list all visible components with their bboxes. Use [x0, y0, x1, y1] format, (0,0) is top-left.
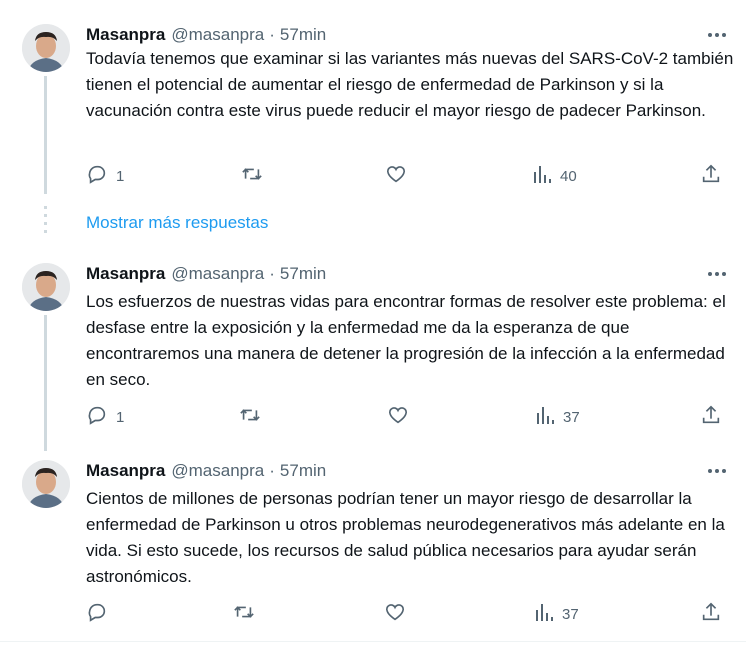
share-icon	[700, 601, 722, 628]
tweet-header: Masanpra @masanpra · 57min	[86, 24, 326, 46]
timestamp[interactable]: 57min	[280, 461, 326, 481]
tweet-text: Cientos de millones de personas podrían …	[86, 489, 725, 586]
thread-line	[44, 76, 47, 194]
more-icon[interactable]	[706, 460, 728, 482]
reply-icon	[86, 601, 108, 628]
like-icon	[387, 404, 409, 431]
views-button[interactable]: 40	[532, 164, 577, 188]
share-button[interactable]	[700, 164, 722, 188]
avatar[interactable]	[22, 263, 70, 311]
views-count: 40	[560, 167, 577, 185]
tweet-actions: 37	[0, 602, 746, 626]
tweet-text: Todavía tenemos que examinar si las vari…	[86, 49, 734, 120]
retweet-button[interactable]	[238, 405, 270, 429]
share-button[interactable]	[700, 405, 722, 429]
thread-line	[44, 315, 47, 451]
separator: ·	[269, 461, 275, 480]
reply-button[interactable]	[86, 602, 116, 626]
views-icon	[532, 163, 552, 190]
tweet[interactable]: Masanpra @masanpra · 57min Cientos de mi…	[0, 460, 746, 630]
reply-button[interactable]: 1	[86, 405, 124, 429]
author-handle[interactable]: @masanpra	[171, 264, 264, 284]
like-button[interactable]	[387, 405, 417, 429]
share-icon	[700, 404, 722, 431]
tweet-actions: 1 37	[0, 405, 746, 429]
like-button[interactable]	[385, 164, 415, 188]
more-icon[interactable]	[706, 24, 728, 46]
reply-button[interactable]: 1	[86, 164, 124, 188]
avatar[interactable]	[22, 460, 70, 508]
author-name[interactable]: Masanpra	[86, 25, 165, 45]
tweet-text: Los esfuerzos de nuestras vidas para enc…	[86, 292, 726, 389]
timestamp[interactable]: 57min	[280, 25, 326, 45]
tweet[interactable]: Masanpra @masanpra · 57min Todavía tenem…	[0, 24, 746, 204]
author-name[interactable]: Masanpra	[86, 461, 165, 481]
tweet-header: Masanpra @masanpra · 57min	[86, 263, 326, 285]
retweet-icon	[232, 601, 256, 628]
like-icon	[385, 163, 407, 190]
more-icon[interactable]	[706, 263, 728, 285]
like-button[interactable]	[384, 602, 414, 626]
separator: ·	[269, 264, 275, 283]
tweet-header: Masanpra @masanpra · 57min	[86, 460, 326, 482]
views-icon	[534, 601, 554, 628]
views-icon	[535, 404, 555, 431]
tweet-actions: 1 40	[0, 164, 746, 188]
thread-dots	[44, 206, 47, 238]
divider	[0, 641, 746, 642]
timestamp[interactable]: 57min	[280, 264, 326, 284]
views-count: 37	[562, 605, 579, 623]
author-handle[interactable]: @masanpra	[171, 25, 264, 45]
views-button[interactable]: 37	[535, 405, 580, 429]
retweet-icon	[240, 163, 264, 190]
retweet-icon	[238, 404, 262, 431]
show-more-replies-link[interactable]: Mostrar más respuestas	[86, 213, 268, 233]
reply-icon	[86, 404, 108, 431]
share-icon	[700, 163, 722, 190]
reply-count: 1	[116, 408, 125, 426]
separator: ·	[269, 25, 275, 44]
views-count: 37	[563, 408, 580, 426]
reply-icon	[86, 163, 108, 190]
share-button[interactable]	[700, 602, 722, 626]
views-button[interactable]: 37	[534, 602, 579, 626]
author-handle[interactable]: @masanpra	[171, 461, 264, 481]
tweet[interactable]: Masanpra @masanpra · 57min Los esfuerzos…	[0, 263, 746, 443]
retweet-button[interactable]	[232, 602, 264, 626]
retweet-button[interactable]	[240, 164, 272, 188]
avatar[interactable]	[22, 24, 70, 72]
reply-count: 1	[116, 167, 125, 185]
like-icon	[384, 601, 406, 628]
author-name[interactable]: Masanpra	[86, 264, 165, 284]
